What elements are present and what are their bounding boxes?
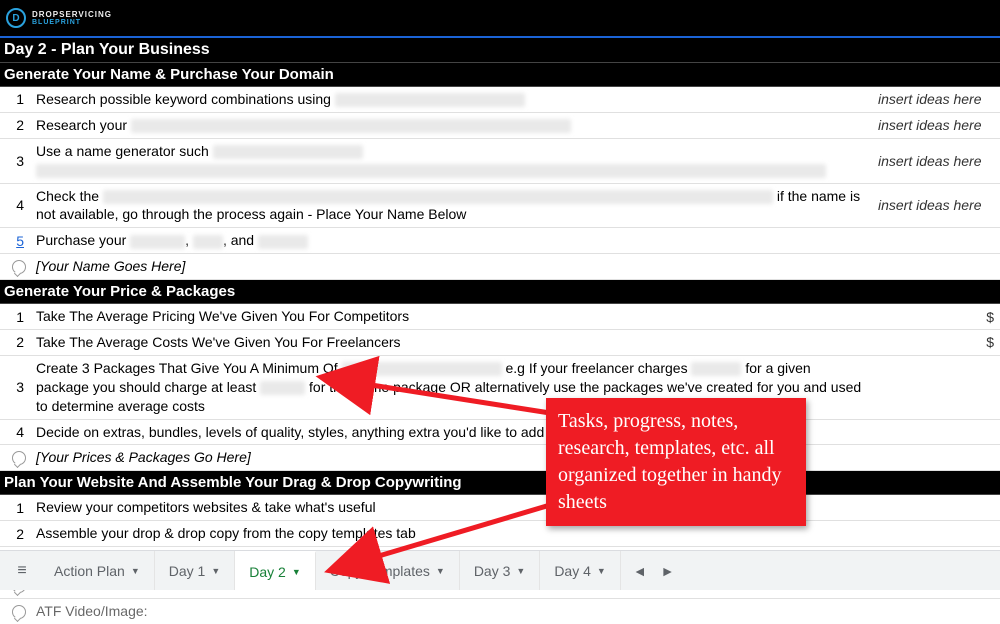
- table-row[interactable]: 4 Decide on extras, bundles, levels of q…: [0, 420, 1000, 446]
- row-number: 1: [0, 497, 30, 519]
- comment-icon[interactable]: [0, 600, 30, 623]
- section3-header: Plan Your Website And Assemble Your Drag…: [0, 471, 1000, 495]
- row-hint[interactable]: insert ideas here: [872, 114, 1000, 136]
- logo-line2: BLUEPRINT: [32, 19, 112, 26]
- row-text: Check the if the name is not available, …: [30, 184, 872, 228]
- section1-header: Generate Your Name & Purchase Your Domai…: [0, 63, 1000, 87]
- tab-scroll-right-icon[interactable]: ►: [661, 563, 675, 579]
- table-row[interactable]: 2 Research your insert ideas here: [0, 113, 1000, 139]
- currency-cell[interactable]: $: [872, 331, 1000, 353]
- redacted-text: [193, 235, 223, 249]
- redacted-text: [342, 362, 502, 376]
- top-bar: D DROPSERVICING BLUEPRINT: [0, 0, 1000, 38]
- annotation-callout: Tasks, progress, notes, research, templa…: [546, 398, 806, 526]
- row-number: 3: [0, 150, 30, 172]
- arrow-to-row: [355, 378, 555, 421]
- chevron-down-icon[interactable]: ▼: [131, 566, 140, 576]
- redacted-text: [130, 235, 185, 249]
- row-number: 2: [0, 331, 30, 353]
- row-text: Research your: [30, 113, 872, 138]
- tab-day-2[interactable]: Day 2▼: [235, 551, 316, 590]
- redacted-text: [258, 235, 308, 249]
- row-number: 1: [0, 306, 30, 328]
- row-text: Take The Average Costs We've Given You F…: [30, 330, 872, 355]
- placeholder-row[interactable]: [Your Name Goes Here]: [30, 254, 872, 279]
- tab-scroll-left-icon[interactable]: ◄: [633, 563, 647, 579]
- row-number: 4: [0, 421, 30, 443]
- row-text: Purchase your , , and: [30, 228, 872, 253]
- row-hint[interactable]: [872, 238, 1000, 244]
- table-row[interactable]: 1 Take The Average Pricing We've Given Y…: [0, 304, 1000, 330]
- row-hint[interactable]: insert ideas here: [872, 150, 1000, 172]
- row-text: Research possible keyword combinations u…: [30, 87, 872, 112]
- logo-d-icon: D: [6, 8, 26, 28]
- row-hint[interactable]: insert ideas here: [872, 88, 1000, 110]
- row-text[interactable]: ATF Video/Image:: [30, 599, 872, 624]
- table-row[interactable]: [Your Name Goes Here]: [0, 254, 1000, 280]
- comment-icon[interactable]: [0, 446, 30, 469]
- row-number: 1: [0, 88, 30, 110]
- table-row[interactable]: 4 Check the if the name is not available…: [0, 184, 1000, 229]
- logo: D DROPSERVICING BLUEPRINT: [6, 8, 112, 28]
- day-header: Day 2 - Plan Your Business: [0, 38, 1000, 63]
- row-number: 2: [0, 523, 30, 545]
- all-sheets-menu-icon[interactable]: ≡: [4, 551, 40, 590]
- chevron-down-icon[interactable]: ▼: [292, 567, 301, 577]
- table-row[interactable]: 2 Take The Average Costs We've Given You…: [0, 330, 1000, 356]
- redacted-text: [213, 145, 363, 159]
- chevron-down-icon[interactable]: ▼: [211, 566, 220, 576]
- tab-day-1[interactable]: Day 1▼: [155, 551, 236, 590]
- redacted-text: [103, 190, 773, 204]
- table-row[interactable]: 5 Purchase your , , and: [0, 228, 1000, 254]
- row-number: 3: [0, 376, 30, 398]
- section2-header: Generate Your Price & Packages: [0, 280, 1000, 304]
- table-row[interactable]: 1 Research possible keyword combinations…: [0, 87, 1000, 113]
- redacted-text: [691, 362, 741, 376]
- chevron-down-icon[interactable]: ▼: [597, 566, 606, 576]
- row-number: 2: [0, 114, 30, 136]
- currency-cell[interactable]: $: [872, 306, 1000, 328]
- table-row[interactable]: ATF Video/Image:: [0, 599, 1000, 624]
- redacted-text: [335, 93, 525, 107]
- row-hint[interactable]: insert ideas here: [872, 194, 1000, 216]
- row-text: Use a name generator such: [30, 139, 872, 183]
- comment-icon[interactable]: [0, 255, 30, 278]
- table-row[interactable]: 3 Use a name generator such insert ideas…: [0, 139, 1000, 184]
- arrow-to-tabs: [360, 500, 560, 573]
- tab-action-plan[interactable]: Action Plan▼: [40, 551, 155, 590]
- row-text: Take The Average Pricing We've Given You…: [30, 304, 872, 329]
- row-number: 4: [0, 194, 30, 216]
- table-row[interactable]: [Your Prices & Packages Go Here]: [0, 445, 1000, 471]
- redacted-text: [36, 164, 826, 178]
- logo-line1: DROPSERVICING: [32, 11, 112, 19]
- redacted-text: [131, 119, 571, 133]
- redacted-text: [260, 381, 305, 395]
- row-number-link[interactable]: 5: [0, 230, 30, 252]
